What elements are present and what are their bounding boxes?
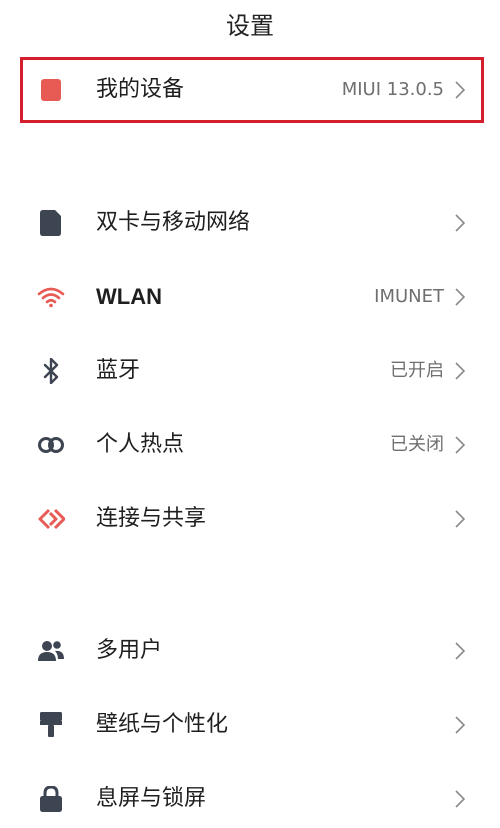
my-device-item[interactable]: 我的设备 MIUI 13.0.5 (0, 62, 500, 118)
sim-network-label: 双卡与移动网络 (96, 210, 251, 235)
chevron-right-icon (452, 507, 468, 531)
lock-screen-label: 息屏与锁屏 (96, 786, 207, 811)
my-device-version: MIUI 13.0.5 (341, 79, 444, 100)
hotspot-value: 已关闭 (390, 434, 444, 455)
hotspot-icon (36, 430, 66, 460)
connection-sharing-item[interactable]: 连接与共享 (0, 491, 500, 547)
chevron-right-icon (452, 433, 468, 457)
sim-card-icon (36, 208, 66, 238)
chevron-right-icon (452, 359, 468, 383)
chevron-right-icon (452, 285, 468, 309)
connection-sharing-label: 连接与共享 (96, 506, 207, 531)
wlan-item[interactable]: WLAN IMUNET (0, 269, 500, 325)
device-square-icon (36, 75, 66, 105)
multi-user-item[interactable]: 多用户 (0, 623, 500, 679)
multi-user-label: 多用户 (96, 638, 163, 663)
chevron-right-icon (452, 211, 468, 235)
share-connection-icon (36, 504, 66, 534)
my-device-label: 我的设备 (96, 77, 185, 102)
wifi-icon (36, 282, 66, 312)
wlan-value: IMUNET (374, 286, 444, 307)
bluetooth-item[interactable]: 蓝牙 已开启 (0, 343, 500, 399)
hotspot-label: 个人热点 (96, 432, 185, 457)
chevron-right-icon (452, 713, 468, 737)
chevron-right-icon (452, 639, 468, 663)
users-icon (36, 636, 66, 666)
page-title: 设置 (226, 12, 274, 40)
chevron-right-icon (452, 78, 468, 102)
paint-roller-icon (36, 710, 66, 740)
bluetooth-value: 已开启 (390, 360, 444, 381)
bluetooth-label: 蓝牙 (96, 358, 141, 383)
wlan-label: WLAN (96, 284, 162, 309)
lock-screen-item[interactable]: 息屏与锁屏 (0, 771, 500, 827)
lock-icon (36, 784, 66, 814)
chevron-right-icon (452, 787, 468, 811)
wallpaper-label: 壁纸与个性化 (96, 712, 229, 737)
sim-network-item[interactable]: 双卡与移动网络 (0, 195, 500, 251)
wallpaper-item[interactable]: 壁纸与个性化 (0, 697, 500, 753)
bluetooth-icon (36, 356, 66, 386)
hotspot-item[interactable]: 个人热点 已关闭 (0, 417, 500, 473)
